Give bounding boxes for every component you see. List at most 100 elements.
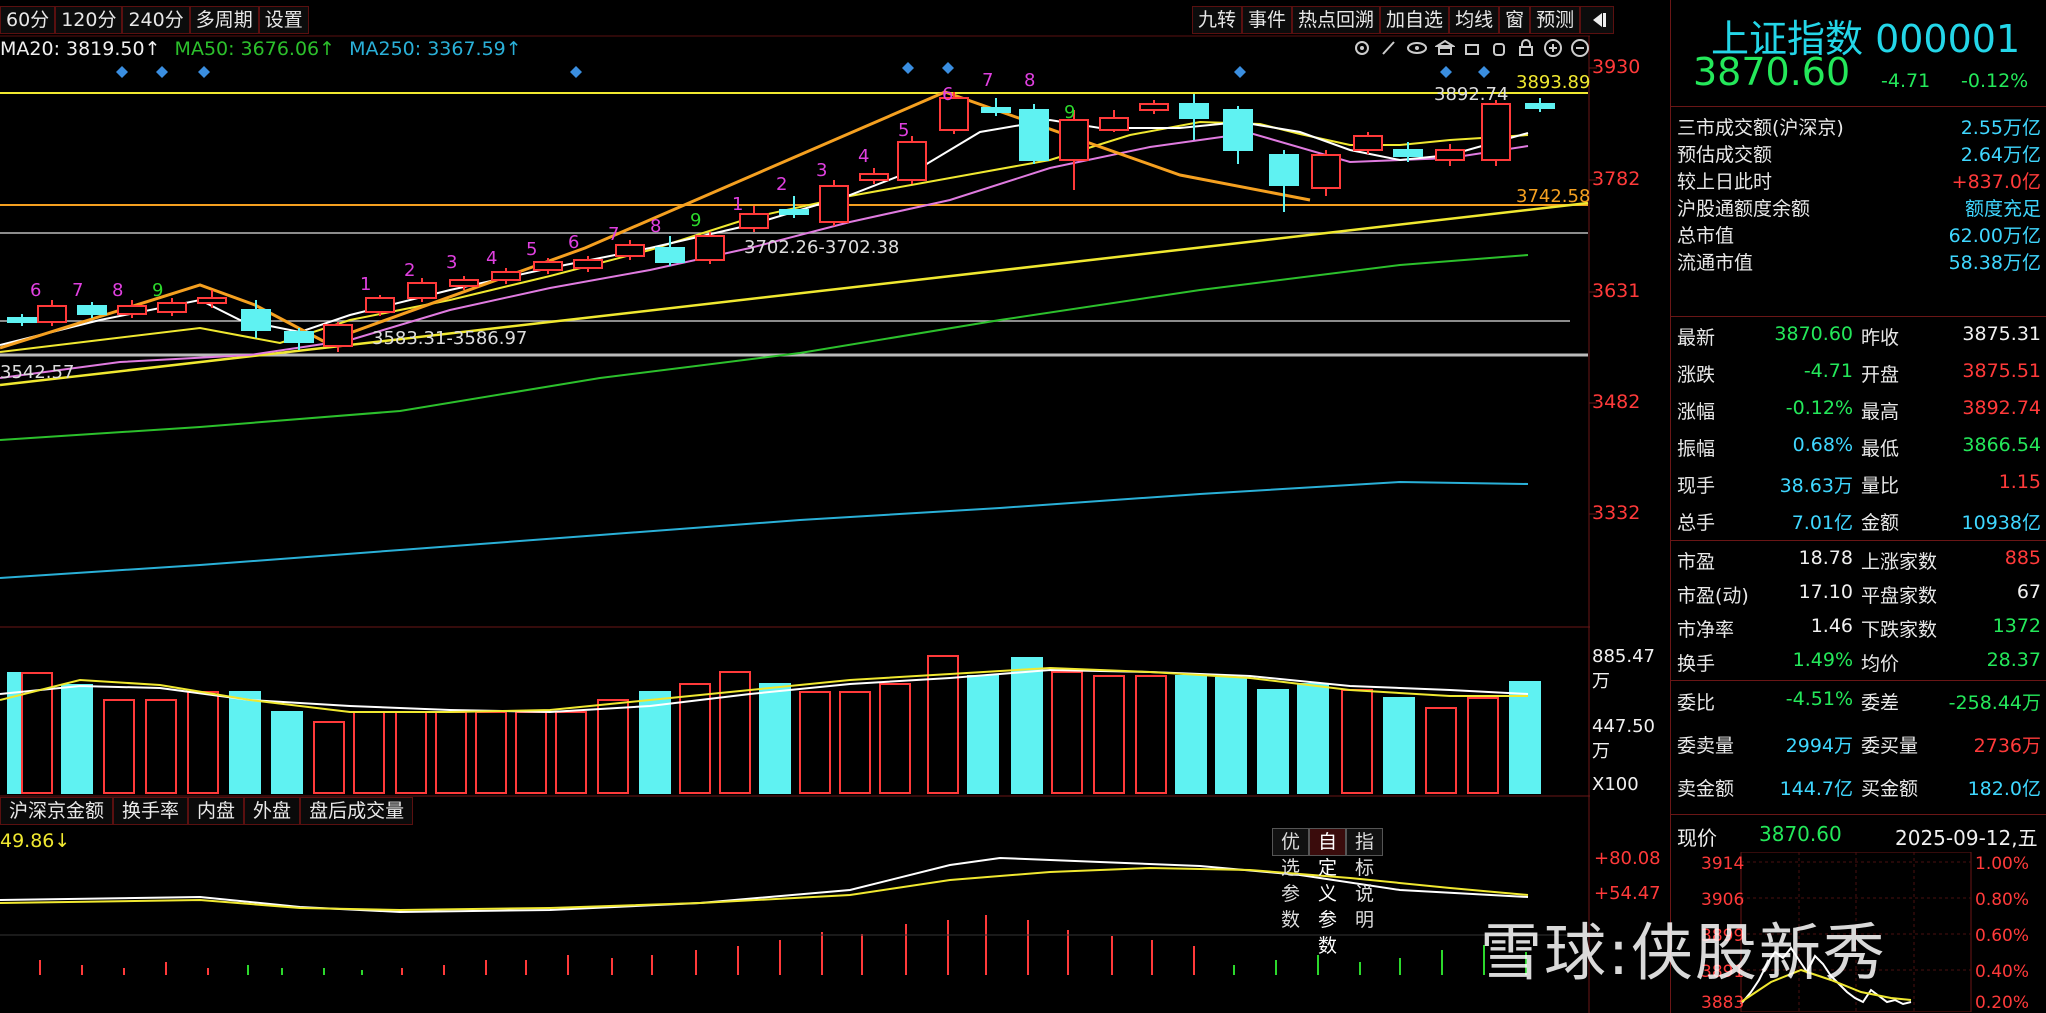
quote-value: 2736万: [1973, 735, 2041, 757]
candle-body: [117, 305, 147, 315]
tab-outer-volume[interactable]: 外盘: [244, 797, 301, 825]
current-price-label: 现价: [1677, 826, 1717, 850]
custom-params-button[interactable]: 自定义参数: [1309, 828, 1347, 957]
candle-body: [323, 324, 353, 347]
seq-label: 8: [112, 280, 123, 301]
bank-icon[interactable]: [1435, 38, 1455, 58]
quote-label: 现手: [1677, 475, 1716, 497]
eye-icon[interactable]: [1406, 38, 1428, 58]
quote-label: 金额: [1861, 512, 1900, 534]
volume-bar: [1467, 697, 1499, 794]
events-button[interactable]: 事件: [1242, 6, 1293, 34]
tab-inner-volume[interactable]: 内盘: [188, 797, 245, 825]
quote-panel: 上证指数 000001 3870.60 -4.71 -0.12% 三市成交额(沪…: [1670, 0, 2046, 1013]
ma-button[interactable]: 均线: [1449, 6, 1500, 34]
zoom-in-icon[interactable]: [1543, 38, 1563, 58]
collapse-panel-icon[interactable]: [1580, 6, 1615, 34]
volume-axis-label: 885.47万: [1592, 646, 1655, 692]
candle-body: [1019, 109, 1049, 161]
tab-multi-period[interactable]: 多周期: [189, 6, 259, 34]
quote-value: 18.78: [1798, 547, 1853, 569]
mini-axis-right: 0.40%: [1975, 962, 2030, 982]
candle-body: [491, 271, 521, 281]
stat-label: 流通市值: [1677, 252, 1754, 274]
candle-body: [37, 305, 67, 323]
seq-label: 6: [30, 280, 41, 301]
quote-label: 委比: [1677, 692, 1716, 714]
index-change-pct: -0.12%: [1961, 70, 2029, 92]
window-button[interactable]: 窗: [1499, 6, 1531, 34]
quote-value: 182.0亿: [1967, 778, 2041, 800]
mini-axis-right: 0.20%: [1975, 993, 2030, 1013]
preferred-params-button[interactable]: 优选参数: [1272, 828, 1310, 931]
volume-bar: [145, 699, 177, 794]
volume-bar: [1135, 675, 1167, 794]
seq-label: 4: [486, 248, 497, 269]
nine-turn-button[interactable]: 九转: [1192, 6, 1243, 34]
price-axis-label: 3782: [1592, 168, 1641, 190]
quote-row: 委卖量 2994万 委买量 2736万: [1671, 726, 2046, 760]
volume-bar: [515, 711, 547, 794]
settings-button[interactable]: 设置: [258, 6, 309, 34]
tab-turnover-rate[interactable]: 换手率: [113, 797, 189, 825]
volume-bar: [1257, 689, 1289, 794]
draw-pen-icon[interactable]: [1379, 38, 1399, 58]
volume-bar: [353, 711, 385, 794]
seq-label: 2: [776, 174, 787, 195]
seq-label: 3: [816, 160, 827, 181]
candle-body: [655, 247, 685, 263]
candle-body: [197, 297, 227, 304]
volume-bar: [597, 699, 629, 794]
index-price: 3870.60: [1693, 50, 1851, 94]
hand-icon[interactable]: [1489, 38, 1509, 58]
volume-bar: [435, 711, 467, 794]
add-watchlist-button[interactable]: 加自选: [1380, 6, 1450, 34]
cart-icon[interactable]: [1462, 38, 1482, 58]
quote-row: 涨幅 -0.12% 最高 3892.74: [1671, 392, 2046, 426]
indicator-help-button[interactable]: 指标说明: [1346, 828, 1384, 931]
zoom-out-icon[interactable]: [1570, 38, 1590, 58]
volume-bar: [475, 711, 507, 794]
tab-240min[interactable]: 240分: [122, 6, 190, 34]
seq-label: 6: [942, 84, 953, 105]
main-chart-area[interactable]: 3892.74 3893.89 3742.58 3702.26-3702.38 3583…: [0, 0, 1670, 1013]
seq-label: 5: [898, 120, 909, 141]
tab-after-hours-volume[interactable]: 盘后成交量: [300, 797, 414, 825]
volume-bar: [103, 699, 135, 794]
quote-label: 振幅: [1677, 438, 1716, 460]
quote-row: 总手 7.01亿 金额 10938亿: [1671, 503, 2046, 537]
quote-value: -0.12%: [1785, 397, 1853, 419]
signal-diamond: [570, 66, 582, 78]
hotspot-review-button[interactable]: 热点回溯: [1292, 6, 1381, 34]
volume-bar: [1383, 697, 1415, 794]
indicator-bars: [39, 915, 1527, 975]
kline-chart[interactable]: 3892.743893.893742.583702.26-3702.383583…: [0, 0, 1670, 1013]
forecast-button[interactable]: 预测: [1530, 6, 1581, 34]
volume-bar: [187, 691, 219, 794]
signal-diamond: [116, 66, 128, 78]
mini-axis-right: 0.60%: [1975, 926, 2030, 946]
quote-row: 市盈(动) 17.10 平盘家数 67: [1671, 576, 2046, 610]
tab-120min[interactable]: 120分: [55, 6, 123, 34]
candle-body: [615, 244, 645, 257]
quote-date: 2025-09-12,五: [1895, 826, 2038, 850]
quote-label: 委买量: [1861, 735, 1919, 757]
candle-body: [1059, 119, 1089, 161]
tab-60min[interactable]: 60分: [0, 6, 56, 34]
lock-icon[interactable]: [1516, 38, 1536, 58]
indicator-axis-label: +80.08: [1594, 848, 1661, 869]
seq-label: 2: [404, 260, 415, 281]
chart-tools: [1352, 38, 1590, 58]
quote-label: 最高: [1861, 401, 1900, 423]
seq-label: 7: [982, 70, 993, 91]
quote-row: 委比 -4.51% 委差 -258.44万: [1671, 683, 2046, 717]
mini-axis-right: 1.00%: [1975, 854, 2030, 874]
quote-value: 28.37: [1986, 649, 2041, 671]
top-line-label: 3893.89: [1516, 72, 1590, 93]
ma50-line: [0, 254, 1529, 441]
candle-body: [859, 173, 889, 181]
signal-diamond: [942, 62, 954, 74]
settings-gear-icon[interactable]: [1352, 38, 1372, 58]
signal-diamond: [1478, 66, 1490, 78]
tab-turnover-amount[interactable]: 沪深京金额: [0, 797, 114, 825]
